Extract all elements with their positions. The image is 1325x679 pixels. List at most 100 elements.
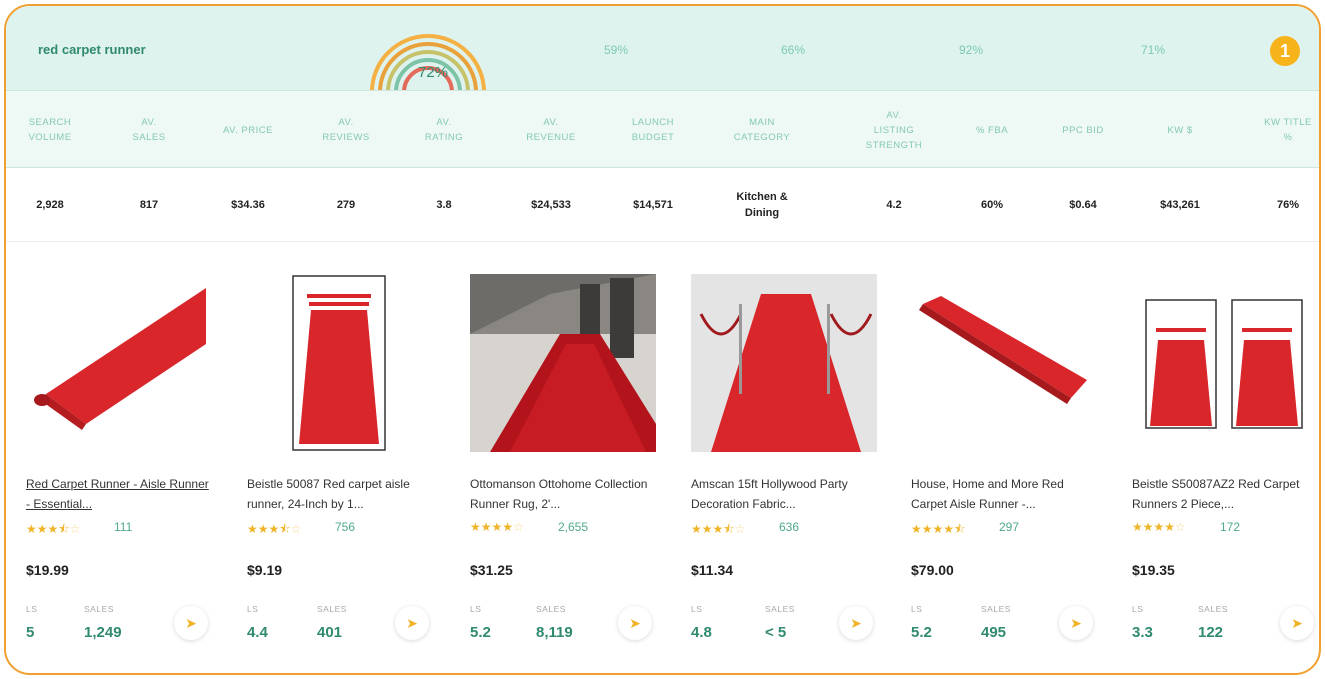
send-icon[interactable]: ➤ bbox=[1059, 606, 1093, 640]
review-count: 172 bbox=[1220, 520, 1241, 534]
rating-stars: ★★★⯪☆ bbox=[691, 522, 746, 536]
product-title[interactable]: Ottomanson Ottohome Collection Runner Ru… bbox=[470, 474, 660, 514]
sales-value: 8,119 bbox=[536, 624, 573, 641]
product-image[interactable] bbox=[911, 274, 1097, 452]
ls-value: 4.4 bbox=[247, 624, 268, 641]
sales-value: 1,249 bbox=[84, 624, 122, 641]
header-search-volume[interactable]: SEARCH VOLUME bbox=[20, 91, 80, 169]
value-av-rating: 3.8 bbox=[436, 199, 452, 211]
ls-value: 5.2 bbox=[911, 624, 932, 641]
sales-value: 401 bbox=[317, 624, 343, 641]
product-card[interactable]: Amscan 15ft Hollywood Party Decoration F… bbox=[691, 268, 896, 668]
review-count: 636 bbox=[779, 520, 800, 534]
header-av-revenue[interactable]: AV. REVENUE bbox=[516, 91, 586, 169]
ls-label: LS bbox=[247, 604, 259, 614]
header-kw-dollar[interactable]: KW $ bbox=[1152, 91, 1208, 169]
header-launch-budget[interactable]: LAUNCH BUDGET bbox=[618, 91, 688, 169]
sales-label: SALES bbox=[84, 604, 114, 614]
header-main-category[interactable]: MAIN CATEGORY bbox=[722, 91, 802, 169]
rating-stars: ★★★★☆ bbox=[470, 520, 524, 534]
value-av-revenue: $24,533 bbox=[531, 199, 571, 211]
keyword-text: red carpet runner bbox=[38, 42, 146, 57]
value-kw-title: 76% bbox=[1276, 199, 1300, 211]
percentage-4: 71% bbox=[1141, 43, 1166, 57]
value-av-sales: 817 bbox=[139, 199, 159, 211]
sales-label: SALES bbox=[765, 604, 795, 614]
sales-label: SALES bbox=[981, 604, 1011, 614]
send-icon[interactable]: ➤ bbox=[1280, 606, 1314, 640]
header-av-price[interactable]: AV. PRICE bbox=[213, 91, 283, 169]
ls-value: 3.3 bbox=[1132, 624, 1153, 641]
review-count: 756 bbox=[335, 520, 356, 534]
keyword-summary-band: red carpet runner 72% 59% 66% 92% 71% 1 bbox=[6, 6, 1319, 92]
product-title[interactable]: Beistle 50087 Red carpet aisle runner, 2… bbox=[247, 474, 437, 514]
value-av-listing-strength: 4.2 bbox=[886, 199, 902, 211]
value-av-reviews: 279 bbox=[336, 199, 356, 211]
metrics-value-row: 2,928 817 $34.36 279 3.8 $24,533 $14,571… bbox=[6, 168, 1319, 242]
send-icon[interactable]: ➤ bbox=[395, 606, 429, 640]
product-title[interactable]: Red Carpet Runner - Aisle Runner - Essen… bbox=[26, 474, 216, 514]
product-image[interactable] bbox=[1132, 274, 1318, 452]
header-av-reviews[interactable]: AV. REVIEWS bbox=[316, 91, 376, 169]
ls-label: LS bbox=[470, 604, 482, 614]
value-av-price: $34.36 bbox=[231, 199, 265, 211]
header-fba[interactable]: % FBA bbox=[962, 91, 1022, 169]
product-price: $19.35 bbox=[1132, 562, 1175, 578]
product-price: $31.25 bbox=[470, 562, 513, 578]
ls-value: 5.2 bbox=[470, 624, 491, 641]
keyword-research-panel: red carpet runner 72% 59% 66% 92% 71% 1 … bbox=[4, 4, 1321, 675]
product-price: $9.19 bbox=[247, 562, 283, 578]
product-price: $19.99 bbox=[26, 562, 69, 578]
review-count: 111 bbox=[114, 520, 133, 534]
product-image[interactable] bbox=[26, 274, 212, 452]
ls-value: 5 bbox=[26, 624, 35, 641]
product-title[interactable]: Amscan 15ft Hollywood Party Decoration F… bbox=[691, 474, 881, 514]
header-av-rating[interactable]: AV. RATING bbox=[414, 91, 474, 169]
ls-value: 4.8 bbox=[691, 624, 712, 641]
sales-value: 122 bbox=[1198, 624, 1224, 641]
product-card[interactable]: Red Carpet Runner - Aisle Runner - Essen… bbox=[26, 268, 231, 668]
value-kw-dollar: $43,261 bbox=[1160, 199, 1200, 211]
product-card[interactable]: Ottomanson Ottohome Collection Runner Ru… bbox=[470, 268, 675, 668]
product-card[interactable]: Beistle 50087 Red carpet aisle runner, 2… bbox=[247, 268, 452, 668]
value-search-volume: 2,928 bbox=[36, 199, 64, 211]
value-ppc-bid: $0.64 bbox=[1069, 199, 1097, 211]
value-main-category: Kitchen & Dining bbox=[736, 191, 788, 219]
sales-label: SALES bbox=[317, 604, 347, 614]
product-price: $11.34 bbox=[691, 562, 734, 578]
product-image[interactable] bbox=[247, 274, 433, 452]
header-av-listing-strength[interactable]: AV. LISTING STRENGTH bbox=[858, 91, 930, 169]
ls-label: LS bbox=[1132, 604, 1144, 614]
rating-stars: ★★★⯪☆ bbox=[26, 522, 81, 536]
rating-stars: ★★★⯪☆ bbox=[247, 522, 302, 536]
product-card[interactable]: Beistle S50087AZ2 Red Carpet Runners 2 P… bbox=[1132, 268, 1319, 668]
step-badge: 1 bbox=[1270, 36, 1300, 66]
ls-label: LS bbox=[26, 604, 38, 614]
rating-stars: ★★★★☆ bbox=[1132, 520, 1186, 534]
value-fba: 60% bbox=[980, 199, 1004, 211]
metrics-header-row: SEARCH VOLUME AV. SALES AV. PRICE AV. RE… bbox=[6, 90, 1319, 168]
product-card[interactable]: House, Home and More Red Carpet Aisle Ru… bbox=[911, 268, 1116, 668]
ls-label: LS bbox=[911, 604, 923, 614]
header-ppc-bid[interactable]: PPC BID bbox=[1051, 91, 1115, 169]
product-image[interactable] bbox=[470, 274, 656, 452]
percentage-1: 59% bbox=[604, 43, 629, 57]
header-av-sales[interactable]: AV. SALES bbox=[124, 91, 174, 169]
review-count: 297 bbox=[999, 520, 1020, 534]
sales-value: 495 bbox=[981, 624, 1007, 641]
ls-label: LS bbox=[691, 604, 703, 614]
review-count: 2,655 bbox=[558, 520, 589, 534]
percentage-2: 66% bbox=[781, 43, 806, 57]
gauge-value: 72% bbox=[418, 64, 449, 81]
sales-label: SALES bbox=[536, 604, 566, 614]
product-title[interactable]: House, Home and More Red Carpet Aisle Ru… bbox=[911, 474, 1101, 514]
send-icon[interactable]: ➤ bbox=[839, 606, 873, 640]
product-image[interactable] bbox=[691, 274, 877, 452]
send-icon[interactable]: ➤ bbox=[618, 606, 652, 640]
percentage-3: 92% bbox=[959, 43, 984, 57]
value-launch-budget: $14,571 bbox=[633, 199, 673, 211]
product-title[interactable]: Beistle S50087AZ2 Red Carpet Runners 2 P… bbox=[1132, 474, 1319, 514]
product-price: $79.00 bbox=[911, 562, 954, 578]
send-icon[interactable]: ➤ bbox=[174, 606, 208, 640]
header-kw-title[interactable]: KW TITLE % bbox=[1256, 91, 1319, 169]
